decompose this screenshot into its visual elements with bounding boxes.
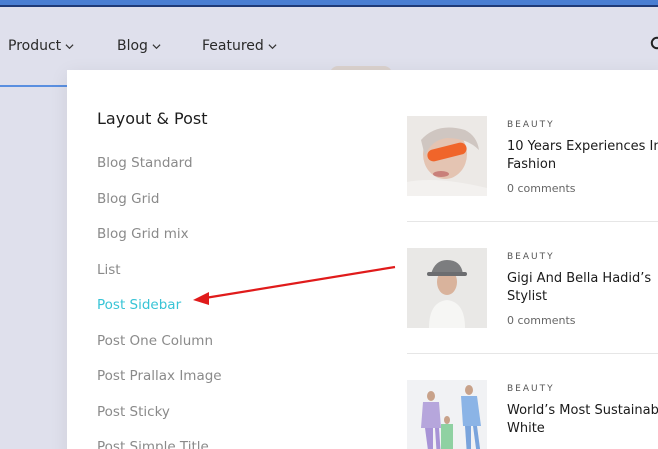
post-comments[interactable]: 0 comments [507, 314, 576, 327]
nav-item-blog[interactable]: Blog [117, 38, 161, 54]
post-title[interactable]: World’s Most Sustainab White [507, 402, 658, 438]
post-category: BEAUTY [507, 384, 555, 394]
divider [407, 353, 658, 354]
post-category: BEAUTY [507, 252, 555, 262]
top-stripe [0, 0, 658, 7]
post-title-line: Gigi And Bella Hadid’s [507, 271, 652, 286]
post-title-line: World’s Most Sustainab [507, 403, 658, 418]
post-card[interactable]: BEAUTY 10 Years Experiences In Fashion 0… [407, 116, 658, 198]
column-title: Layout & Post [97, 109, 208, 128]
post-comments[interactable]: 0 comments [507, 182, 576, 195]
post-thumbnail[interactable] [407, 380, 487, 449]
mega-menu-dropdown: Layout & Post Blog Standard Blog Grid Bl… [67, 70, 658, 449]
menu-item-blog-grid-mix[interactable]: Blog Grid mix [97, 226, 189, 242]
menu-item-list[interactable]: List [97, 262, 121, 278]
chevron-down-icon [65, 43, 74, 49]
menu-item-post-one-column[interactable]: Post One Column [97, 333, 213, 349]
menu-item-blog-grid[interactable]: Blog Grid [97, 191, 159, 207]
post-card[interactable]: BEAUTY World’s Most Sustainab White [407, 380, 658, 449]
post-thumbnail[interactable] [407, 116, 487, 196]
post-category: BEAUTY [507, 120, 555, 130]
menu-item-post-sticky[interactable]: Post Sticky [97, 404, 170, 420]
post-title[interactable]: 10 Years Experiences In Fashion [507, 138, 658, 174]
chevron-down-icon [152, 43, 161, 49]
post-card[interactable]: BEAUTY Gigi And Bella Hadid’s Stylist 0 … [407, 248, 658, 330]
menu-item-post-simple-title[interactable]: Post Simple Title [97, 439, 209, 449]
post-title-line: Fashion [507, 157, 557, 172]
nav-label: Product [8, 38, 62, 54]
nav-item-featured[interactable]: Featured [202, 38, 277, 54]
chevron-down-icon [268, 43, 277, 49]
divider [407, 221, 658, 222]
post-title[interactable]: Gigi And Bella Hadid’s Stylist [507, 270, 658, 306]
menu-item-blog-standard[interactable]: Blog Standard [97, 155, 193, 171]
post-title-line: Stylist [507, 289, 548, 304]
post-title-line: 10 Years Experiences In [507, 139, 658, 154]
post-thumbnail[interactable] [407, 248, 487, 328]
nav-label: Featured [202, 38, 264, 54]
menu-item-post-parallax-image[interactable]: Post Prallax Image [97, 368, 222, 384]
nav-label: Blog [117, 38, 148, 54]
search-icon[interactable] [650, 36, 658, 54]
post-title-line: White [507, 421, 545, 436]
menu-item-post-sidebar[interactable]: Post Sidebar [97, 297, 181, 313]
nav-item-product[interactable]: Product [8, 38, 74, 54]
